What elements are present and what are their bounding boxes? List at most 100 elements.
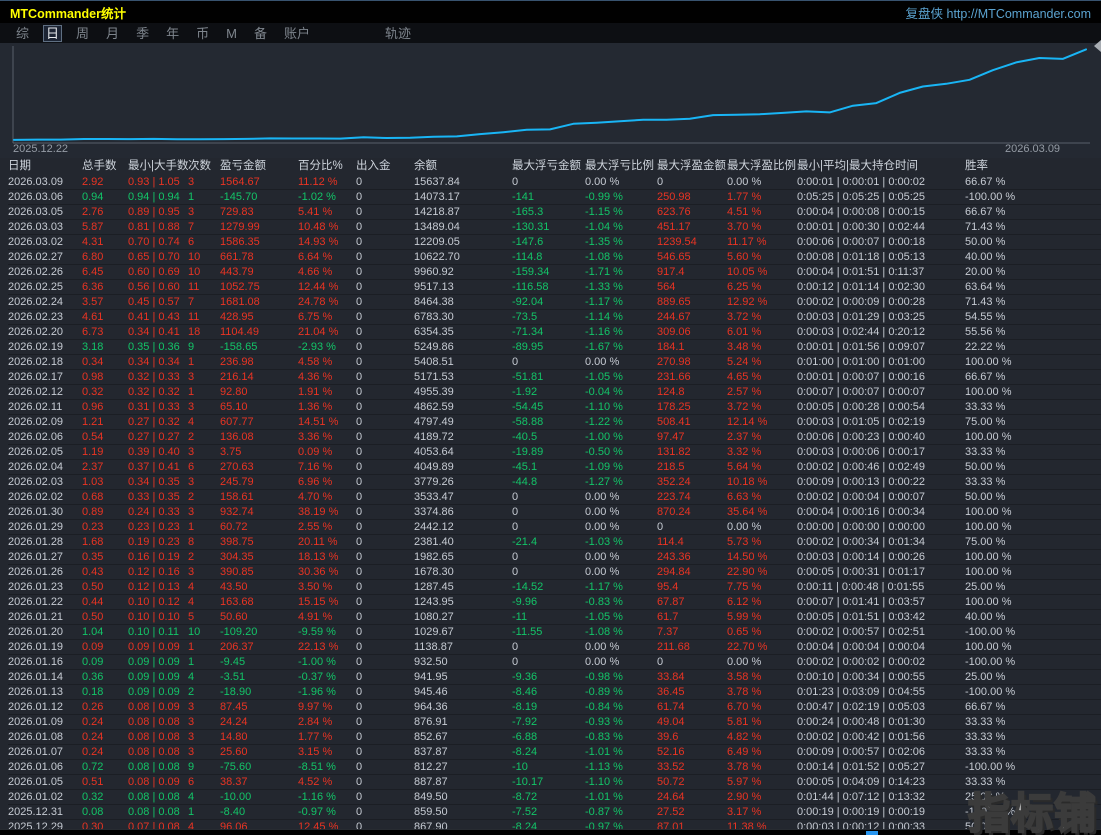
column-header-date[interactable]: 日期 [8,158,82,175]
cell-max_float_loss: -45.1 [512,461,538,473]
column-header-count[interactable]: 次数 [188,158,220,175]
column-header-pnl[interactable]: 盈亏金额 [220,158,298,175]
cell-max_float_loss: -7.92 [512,716,538,728]
column-header-min_max_lots[interactable]: 最小|大手数 [128,158,188,175]
table-row[interactable]: 2026.02.20 6.73 0.34 | 0.41 18 1104.49 21.04 … [8,325,1101,340]
column-header-hold_time[interactable]: 最小|平均|最大持仓时间 [797,158,965,175]
table-row[interactable]: 2026.02.12 0.32 0.32 | 0.32 1 92.80 1.91 % 0 49… [8,385,1101,400]
table-row[interactable]: 2026.01.12 0.26 0.08 | 0.09 3 87.45 9.97 % 0 96… [8,700,1101,715]
cell-count: 2 [188,491,195,503]
table-row[interactable]: 2026.01.08 0.24 0.08 | 0.08 3 14.80 1.77 % 0 85… [8,730,1101,745]
table-row[interactable]: 2026.02.24 3.57 0.45 | 0.57 7 1681.08 24.78 %… [8,295,1101,310]
menu-item-周[interactable]: 周 [73,25,92,42]
menu-item-年[interactable]: 年 [163,25,182,42]
cell-total_lots: 1.19 [82,446,104,458]
cell-total_lots: 4.31 [82,236,104,248]
cell-hold_time: 0:00:08 | 0:01:18 | 0:05:13 [797,251,926,263]
table-row[interactable]: 2026.02.04 2.37 0.37 | 0.41 6 270.63 7.16 % 0 4… [8,460,1101,475]
table-row[interactable]: 2026.02.17 0.98 0.32 | 0.33 3 216.14 4.36 % 0 5… [8,370,1101,385]
table-row[interactable]: 2026.03.06 0.94 0.94 | 0.94 1 -145.70 -1.02 %… [8,190,1101,205]
table-row[interactable]: 2026.02.05 1.19 0.39 | 0.40 3 3.75 0.09 % 0 405… [8,445,1101,460]
table-row[interactable]: 2026.02.27 6.80 0.65 | 0.70 10 661.78 6.64 % 0… [8,250,1101,265]
table-row[interactable]: 2026.01.02 0.32 0.08 | 0.08 4 -10.00 -1.16 % 0… [8,790,1101,805]
table-row[interactable]: 2026.01.14 0.36 0.09 | 0.09 4 -3.51 -0.37 % 0 9… [8,670,1101,685]
menu-item-备[interactable]: 备 [251,25,270,42]
column-header-pct[interactable]: 百分比% [298,158,356,175]
table-row[interactable]: 2026.02.03 1.03 0.34 | 0.35 3 245.79 6.96 % 0 3… [8,475,1101,490]
column-header-max_float_loss[interactable]: 最大浮亏金额 [512,158,585,175]
table-row[interactable]: 2026.02.25 6.36 0.56 | 0.60 11 1052.75 12.44 … [8,280,1101,295]
table-row[interactable]: 2026.02.11 0.96 0.31 | 0.33 3 65.10 1.36 % 0 48… [8,400,1101,415]
menu-item-账户[interactable]: 账户 [281,25,313,42]
table-row[interactable]: 2026.03.09 2.92 0.93 | 1.05 3 1564.67 11.12 %… [8,175,1101,190]
cell-in_out: 0 [356,431,363,443]
column-header-max_float_profit_pct[interactable]: 最大浮盈比例 [727,158,797,175]
cell-max_float_loss: -40.5 [512,431,538,443]
cell-max_float_loss_pct: -0.04 % [585,386,623,398]
panel-collapse-arrow-icon[interactable] [1094,40,1101,52]
cell-max_float_profit_pct: 3.72 % [727,311,762,323]
table-row[interactable]: 2026.01.16 0.09 0.09 | 0.09 1 -9.45 -1.00 % 0 9… [8,655,1101,670]
column-header-in_out[interactable]: 出入金 [356,158,414,175]
column-header-max_float_profit[interactable]: 最大浮盈金额 [657,158,727,175]
table-row[interactable]: 2026.03.02 4.31 0.70 | 0.74 6 1586.35 14.93 %… [8,235,1101,250]
table-row[interactable]: 2026.01.09 0.24 0.08 | 0.08 3 24.24 2.84 % 0 87… [8,715,1101,730]
menu-item-综[interactable]: 综 [13,25,32,42]
table-row[interactable]: 2026.01.06 0.72 0.08 | 0.08 9 -75.60 -8.51 % 0… [8,760,1101,775]
table-row[interactable]: 2026.03.05 2.76 0.89 | 0.95 3 729.83 5.41 % 0 1… [8,205,1101,220]
table-row[interactable]: 2026.01.19 0.09 0.09 | 0.09 1 206.37 22.13 % 0… [8,640,1101,655]
table-row[interactable]: 2026.02.26 6.45 0.60 | 0.69 10 443.79 4.66 % 0… [8,265,1101,280]
table-row[interactable]: 2026.01.20 1.04 0.10 | 0.11 10 -109.20 -9.59 … [8,625,1101,640]
table-row[interactable]: 2026.01.07 0.24 0.08 | 0.08 3 25.60 3.15 % 0 83… [8,745,1101,760]
menu-item-币[interactable]: 币 [193,25,212,42]
menu-item-季[interactable]: 季 [133,25,152,42]
cell-max_float_profit_pct: 2.57 % [727,386,762,398]
menu-item-日[interactable]: 日 [43,24,63,42]
table-row[interactable]: 2026.01.23 0.50 0.12 | 0.13 4 43.50 3.50 % 0 12… [8,580,1101,595]
column-header-max_float_loss_pct[interactable]: 最大浮亏比例 [585,158,657,175]
menu-item-M[interactable]: M [223,25,240,42]
scrollbar-thumb[interactable] [866,831,878,835]
cell-max_float_loss_pct: -0.98 % [585,671,623,683]
table-row[interactable]: 2026.01.13 0.18 0.09 | 0.09 2 -18.90 -1.96 % 0… [8,685,1101,700]
column-header-balance[interactable]: 余额 [414,158,512,175]
table-row[interactable]: 2026.02.06 0.54 0.27 | 0.27 2 136.08 3.36 % 0 4… [8,430,1101,445]
column-header-win_rate[interactable]: 胜率 [965,158,1055,175]
table-row[interactable]: 2026.02.19 3.18 0.35 | 0.36 9 -158.65 -2.93 %… [8,340,1101,355]
table-row[interactable]: 2026.01.28 1.68 0.19 | 0.23 8 398.75 20.11 % 0… [8,535,1101,550]
cell-max_float_loss_pct: 0.00 % [585,551,620,563]
table-row[interactable]: 2026.01.22 0.44 0.10 | 0.12 4 163.68 15.15 % 0… [8,595,1101,610]
table-row[interactable]: 2025.12.31 0.08 0.08 | 0.08 1 -8.40 -0.97 % 0 8… [8,805,1101,820]
cell-max_float_loss: 0 [512,566,519,578]
table-row[interactable]: 2026.01.27 0.35 0.16 | 0.19 2 304.35 18.13 % 0… [8,550,1101,565]
table-body: 2026.03.09 2.92 0.93 | 1.05 3 1564.67 11.12 %… [8,175,1101,830]
table-row[interactable]: 2026.01.30 0.89 0.24 | 0.33 3 932.74 38.19 % 0… [8,505,1101,520]
table-row[interactable]: 2026.01.29 0.23 0.23 | 0.23 1 60.72 2.55 % 0 24… [8,520,1101,535]
table-row[interactable]: 2026.03.03 5.87 0.81 | 0.88 7 1279.99 10.48 %… [8,220,1101,235]
cell-in_out: 0 [356,566,363,578]
menu-item-月[interactable]: 月 [103,25,122,42]
cell-max_float_loss: 0 [512,521,519,533]
menu-item-轨迹[interactable]: 轨迹 [382,25,414,42]
cell-min_max_lots: 0.35 | 0.36 [128,341,180,353]
cell-date: 2026.01.22 [8,596,64,608]
cell-min_max_lots: 0.08 | 0.08 [128,746,180,758]
equity-chart: 2025.12.22 2026.03.09 [0,43,1101,158]
cell-max_float_profit_pct: 4.65 % [727,371,762,383]
cell-min_max_lots: 0.23 | 0.23 [128,521,180,533]
table-row[interactable]: 2026.02.23 4.61 0.41 | 0.43 11 428.95 6.75 % 0… [8,310,1101,325]
table-row[interactable]: 2026.02.09 1.21 0.27 | 0.32 4 607.77 14.51 % 0… [8,415,1101,430]
cell-max_float_loss_pct: 0.00 % [585,566,620,578]
cell-in_out: 0 [356,776,363,788]
cell-max_float_loss_pct: -1.10 % [585,776,623,788]
table-row[interactable]: 2026.02.18 0.34 0.34 | 0.34 1 236.98 4.58 % 0 5… [8,355,1101,370]
table-row[interactable]: 2026.01.21 0.50 0.10 | 0.10 5 50.60 4.91 % 0 10… [8,610,1101,625]
table-row[interactable]: 2026.01.05 0.51 0.08 | 0.09 6 38.37 4.52 % 0 88… [8,775,1101,790]
cell-max_float_loss: -71.34 [512,326,544,338]
cell-pnl: 398.75 [220,536,254,548]
brand-link[interactable]: 复盘侠 http://MTCommander.com [906,3,1091,22]
cell-max_float_profit_pct: 4.51 % [727,206,762,218]
table-row[interactable]: 2026.02.02 0.68 0.33 | 0.35 2 158.61 4.70 % 0 3… [8,490,1101,505]
column-header-total_lots[interactable]: 总手数 [82,158,128,175]
table-row[interactable]: 2026.01.26 0.43 0.12 | 0.16 3 390.85 30.36 % 0… [8,565,1101,580]
